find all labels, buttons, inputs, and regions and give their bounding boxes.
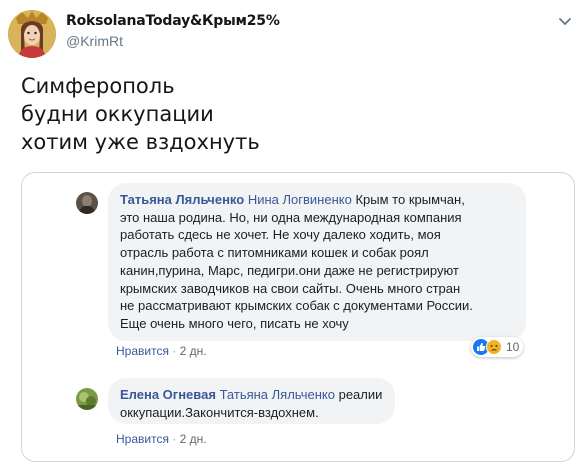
comment-actions: Нравится · 2 дн. [116,344,207,358]
tweet-header: RoksolanaToday&Крым25% @KrimRt [6,6,579,62]
comment-tagged-user[interactable]: Татьяна Ляльченко [220,387,335,402]
comment-text: не рассматривают крымских собак с докуме… [120,298,473,314]
comment-author[interactable]: Елена Огневая [120,387,216,402]
comment-text: отрасль работа с питомниками кошек и соб… [120,245,429,261]
comment-timestamp[interactable]: 2 дн. [180,344,207,358]
tweet-text: Симферополь будни оккупации хотим уже вз… [21,72,260,156]
comment-text: Еще очень много чего, писать не хочу [120,315,349,331]
tweet-text-line: хотим уже вздохнуть [21,130,260,154]
sad-icon [486,339,502,355]
display-name[interactable]: RoksolanaToday&Крым25% [66,12,280,30]
user-avatar[interactable] [8,10,56,58]
separator-dot: · [172,344,177,358]
user-handle[interactable]: @KrimRt [66,31,280,51]
reaction-summary[interactable]: 10 [471,337,524,357]
comment-text: оккупации.Закончится-вздохнем. [120,404,319,420]
user-block: RoksolanaToday&Крым25% @KrimRt [66,12,280,51]
comment-text: канин,пурина, Марс, педигри.они даже не … [120,262,459,278]
like-button[interactable]: Нравится [116,344,169,358]
comment-actions: Нравится · 2 дн. [116,432,207,446]
commenter-avatar[interactable] [76,388,98,410]
comment-tagged-user[interactable]: Нина Логвиненко [248,192,352,207]
commenter-avatar[interactable] [76,192,98,214]
tweet-media-image[interactable]: Татьяна Ляльченко Нина Логвиненко Крым т… [21,172,575,462]
comment-text: реалии [338,387,383,402]
chevron-down-icon[interactable] [555,14,575,30]
comment-text: крымских заводчиков на свои сайты. Очень… [120,280,461,296]
reaction-count: 10 [506,340,520,354]
comment-text: Крым то крымчан, [355,192,465,207]
like-button[interactable]: Нравится [116,432,169,446]
tweet-text-line: будни оккупации [21,102,214,126]
separator-dot: · [172,432,177,446]
comment-text: это наша родина. Но, ни одна международн… [120,209,462,225]
tweet-text-line: Симферополь [21,74,175,98]
comment-text: работать сдесь не хочет. Не хочу далеко … [120,227,441,243]
comment-bubble: Елена Огневая Татьяна Ляльченко реалии о… [108,378,395,424]
comment-timestamp[interactable]: 2 дн. [180,432,207,446]
comment-bubble: Татьяна Ляльченко Нина Логвиненко Крым т… [108,183,526,341]
comment-author[interactable]: Татьяна Ляльченко [120,192,244,207]
